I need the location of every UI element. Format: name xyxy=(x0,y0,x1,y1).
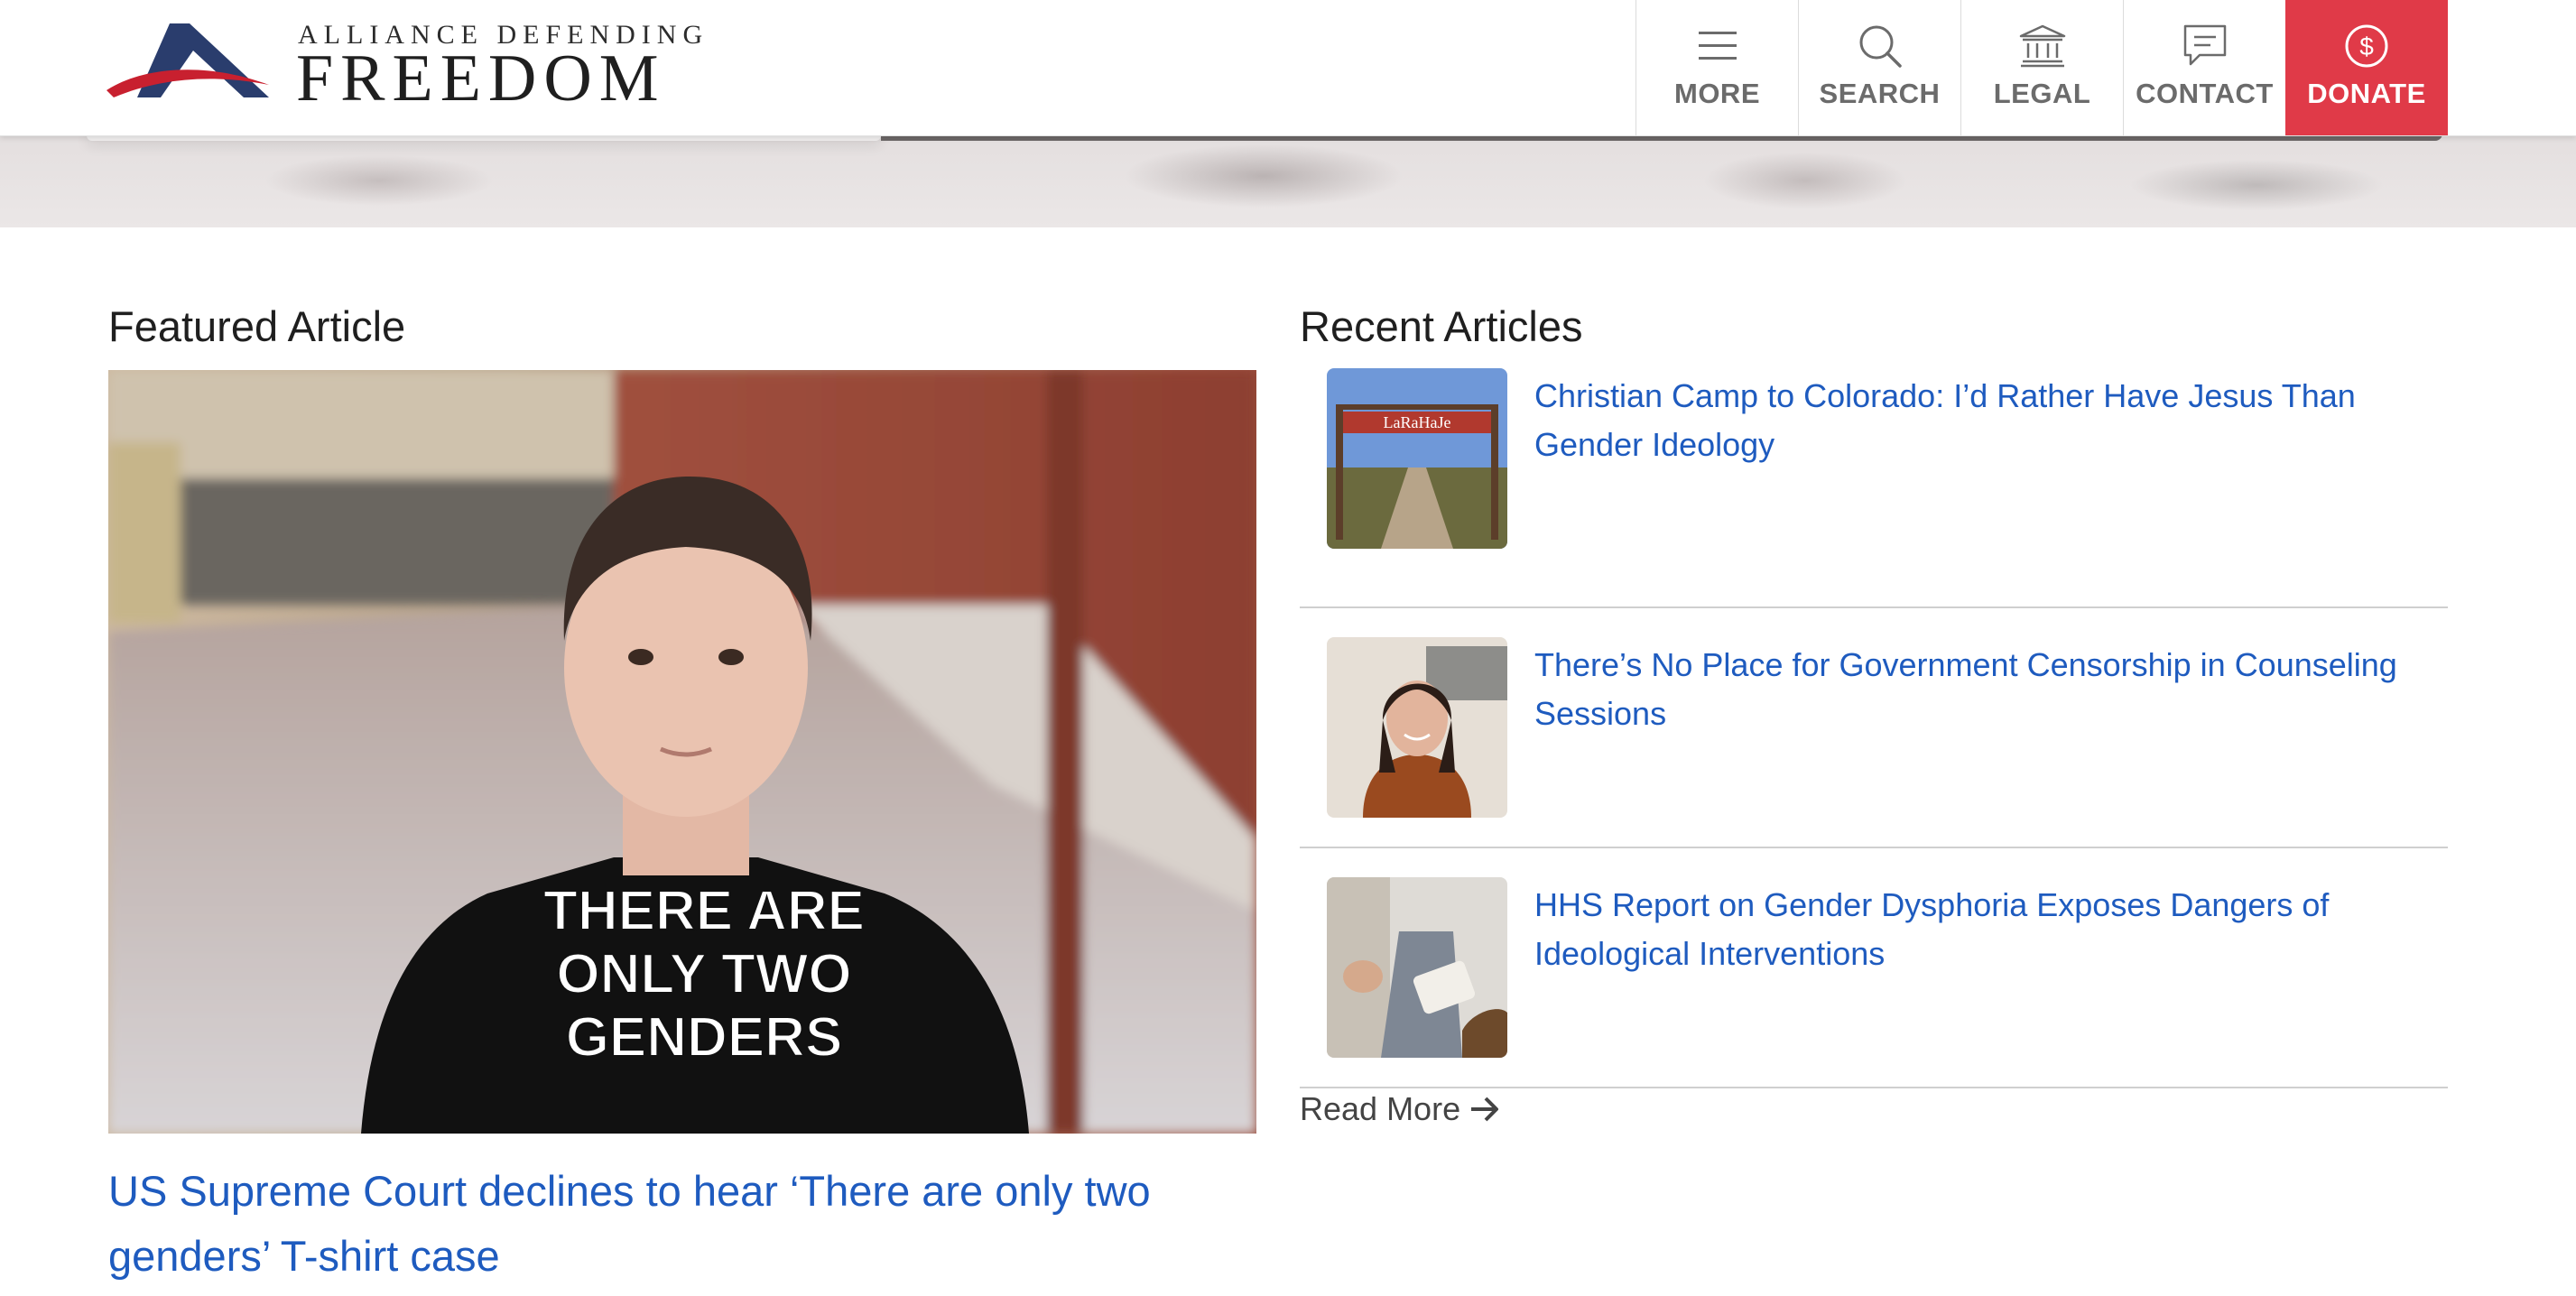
recent-article-link-2[interactable]: There’s No Place for Government Censorsh… xyxy=(1534,641,2437,738)
list-item: LaRaHaJe Christian Camp to Colorado: I’d… xyxy=(1300,368,2448,608)
nav-contact-label: CONTACT xyxy=(2136,78,2274,109)
dollar-circle-icon: $ xyxy=(2345,24,2388,68)
nav-search-label: SEARCH xyxy=(1819,78,1941,109)
shirt-line-3: GENDERS xyxy=(566,1006,843,1069)
recent-article-thumb-2[interactable] xyxy=(1327,637,1507,818)
adf-logo-mark-icon xyxy=(107,23,269,97)
main-nav: MORE SEARCH LEGAL CONTACT $ DONATE xyxy=(1635,0,2448,135)
camp-photo: LaRaHaJe xyxy=(1327,368,1507,549)
nav-contact-button[interactable]: CONTACT xyxy=(2123,0,2285,135)
hamburger-menu-icon xyxy=(1698,32,1737,60)
list-item: HHS Report on Gender Dysphoria Exposes D… xyxy=(1300,848,2448,1088)
recent-article-link-3[interactable]: HHS Report on Gender Dysphoria Exposes D… xyxy=(1534,881,2437,978)
svg-text:$: $ xyxy=(2359,32,2374,60)
list-item: There’s No Place for Government Censorsh… xyxy=(1300,608,2448,848)
therapy-photo xyxy=(1327,877,1507,1058)
courthouse-icon xyxy=(2019,24,2065,68)
search-icon xyxy=(1859,25,1902,68)
nav-more-label: MORE xyxy=(1674,78,1760,109)
site-logo[interactable]: ALLIANCE DEFENDING FREEDOM xyxy=(107,20,702,116)
featured-article-heading: Featured Article xyxy=(108,302,406,350)
recent-articles-list: LaRaHaJe Christian Camp to Colorado: I’d… xyxy=(1300,368,2448,1088)
recent-article-thumb-1[interactable]: LaRaHaJe xyxy=(1327,368,1507,549)
featured-article-image[interactable]: THERE ARE ONLY TWO GENDERS xyxy=(108,370,1256,1134)
featured-photo: THERE ARE ONLY TWO GENDERS xyxy=(108,370,1256,1134)
shirt-text: THERE ARE ONLY TWO GENDERS xyxy=(542,879,866,1069)
site-header: ALLIANCE DEFENDING FREEDOM MORE SEARCH L… xyxy=(0,0,2576,136)
nav-donate-label: DONATE xyxy=(2307,78,2426,109)
camp-sign-text: LaRaHaJe xyxy=(1384,413,1451,431)
counselor-photo xyxy=(1327,637,1507,818)
nav-legal-button[interactable]: LEGAL xyxy=(1960,0,2123,135)
recent-article-thumb-3[interactable] xyxy=(1327,877,1507,1058)
shirt-line-2: ONLY TWO xyxy=(556,943,851,1005)
nav-search-button[interactable]: SEARCH xyxy=(1798,0,1960,135)
featured-article-title-link[interactable]: US Supreme Court declines to hear ‘There… xyxy=(108,1159,1256,1289)
read-more-link[interactable]: Read More xyxy=(1300,1090,1500,1128)
nav-legal-label: LEGAL xyxy=(1993,78,2091,109)
recent-articles-heading: Recent Articles xyxy=(1300,302,1583,350)
chat-bubble-icon xyxy=(2183,24,2226,66)
nav-more-button[interactable]: MORE xyxy=(1635,0,1798,135)
read-more-label: Read More xyxy=(1300,1090,1461,1127)
recent-article-link-1[interactable]: Christian Camp to Colorado: I’d Rather H… xyxy=(1534,372,2437,469)
arrow-right-icon xyxy=(1471,1097,1499,1122)
nav-donate-button[interactable]: $ DONATE xyxy=(2285,0,2448,135)
shirt-line-1: THERE ARE xyxy=(543,880,865,942)
logo-main-line: FREEDOM xyxy=(296,42,666,116)
